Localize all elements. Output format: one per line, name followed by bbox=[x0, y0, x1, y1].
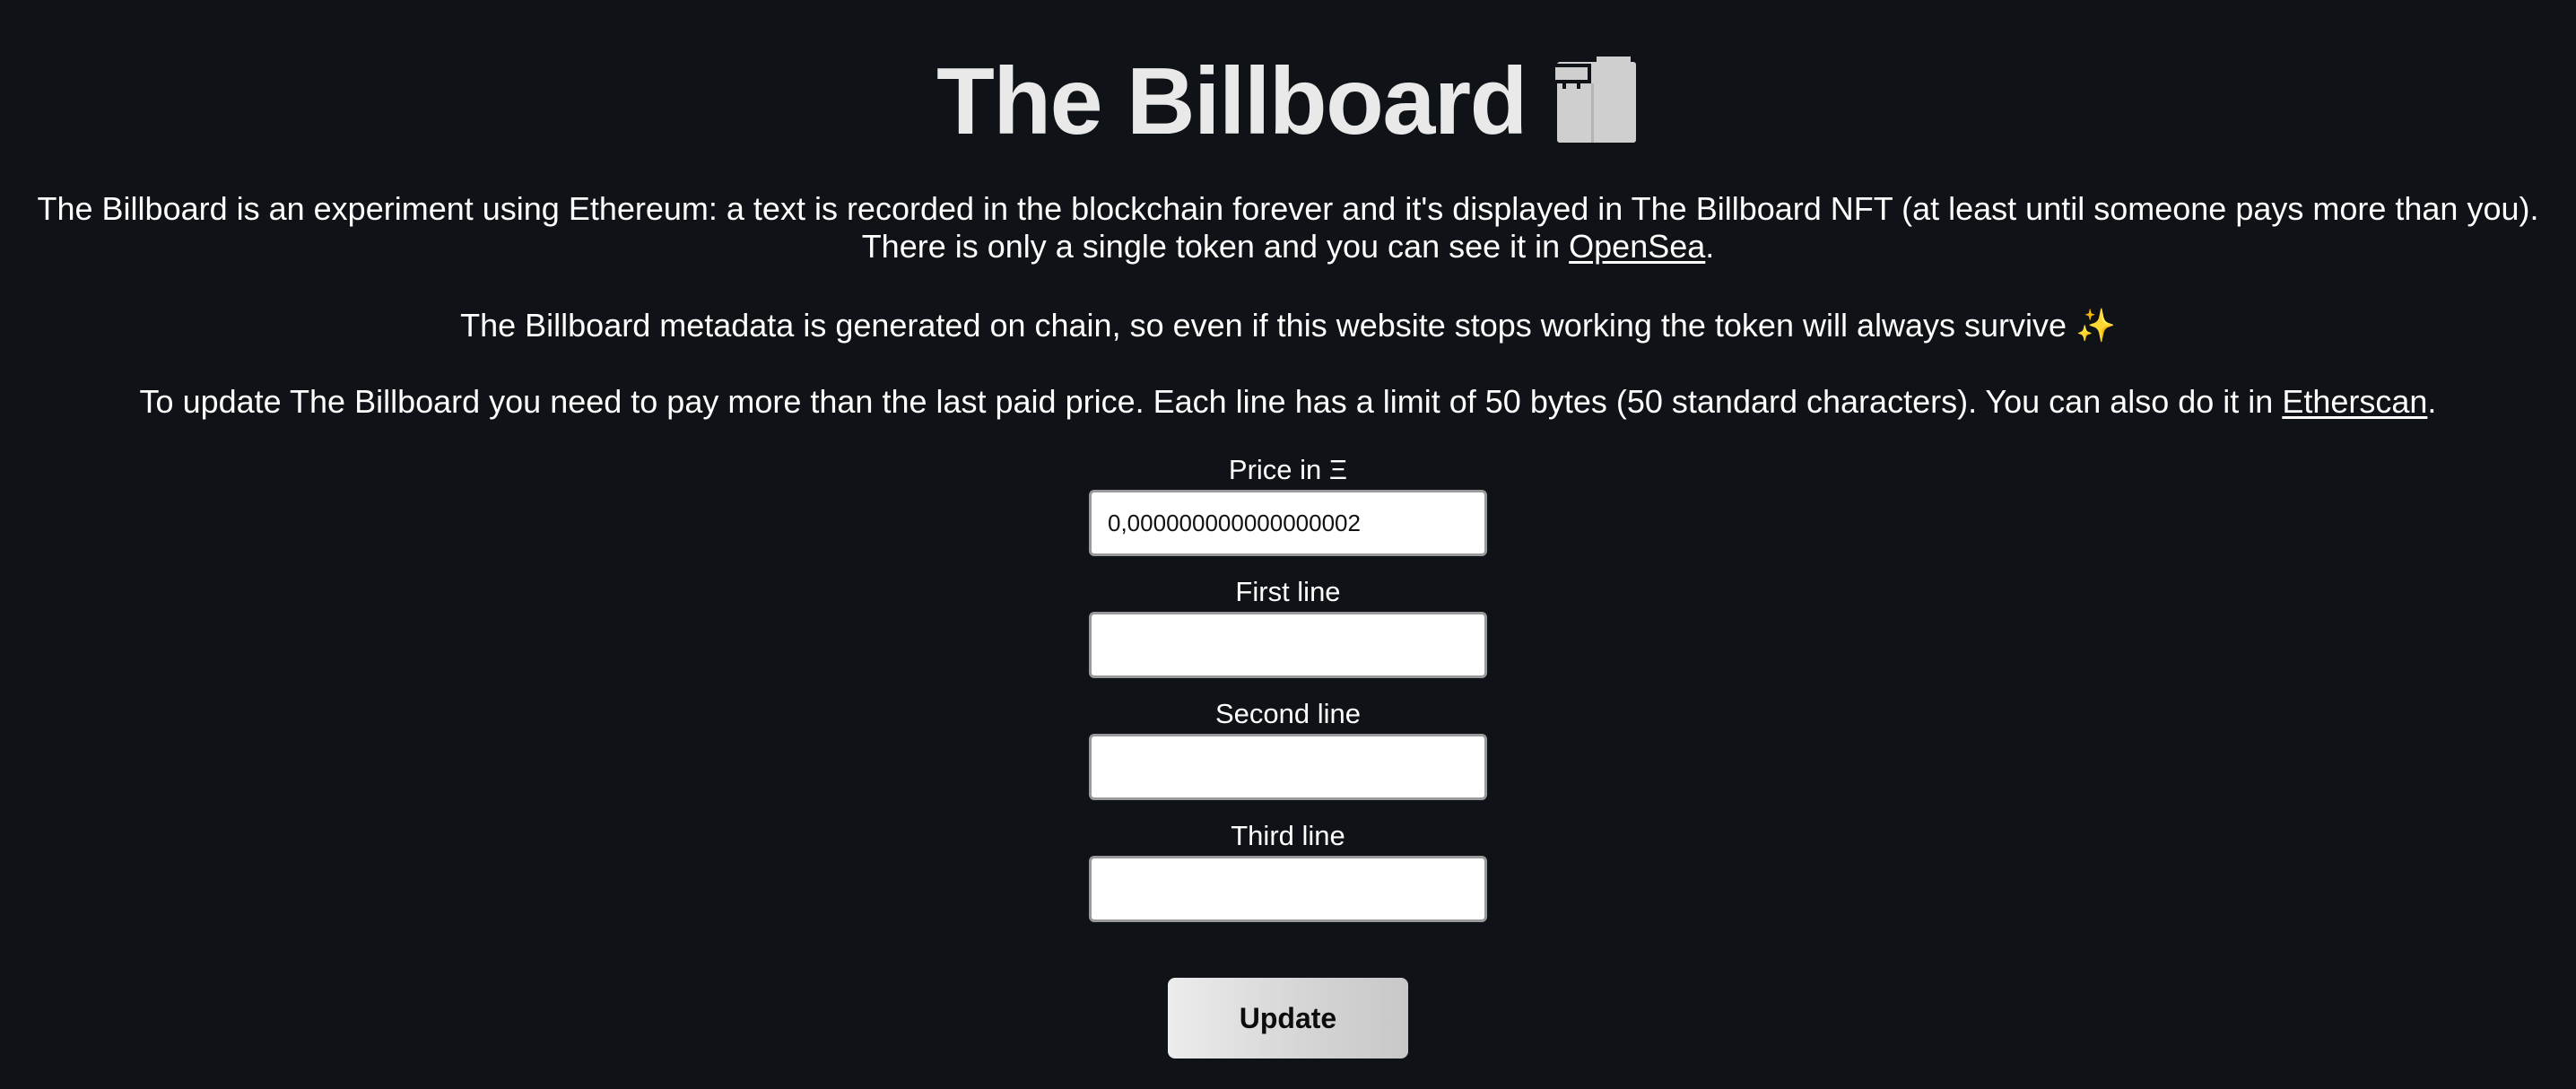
price-input[interactable] bbox=[1089, 490, 1487, 556]
metadata-note: The Billboard metadata is generated on c… bbox=[0, 307, 2576, 344]
update-info-end: . bbox=[2427, 383, 2437, 420]
opensea-link[interactable]: OpenSea bbox=[1569, 228, 1705, 265]
intro: The Billboard is an experiment using Eth… bbox=[0, 190, 2576, 266]
sparkles-icon: ✨ bbox=[2076, 307, 2116, 344]
third-line-label: Third line bbox=[1231, 820, 1345, 851]
page: The Billboard The Billboard is an experi… bbox=[0, 0, 2576, 1089]
header: The Billboard bbox=[0, 43, 2576, 160]
update-info-text: To update The Billboard you need to pay … bbox=[139, 383, 2283, 420]
second-line-input[interactable] bbox=[1089, 734, 1487, 800]
intro-line-1: The Billboard is an experiment using Eth… bbox=[37, 190, 2539, 227]
page-title: The Billboard bbox=[936, 48, 1527, 154]
intro-line-2-text: There is only a single token and you can… bbox=[861, 228, 1570, 265]
intro-line-2: There is only a single token and you can… bbox=[0, 228, 2576, 266]
intro-line-2-end: . bbox=[1705, 228, 1715, 265]
update-button[interactable]: Update bbox=[1168, 978, 1408, 1059]
billboard-icon bbox=[1551, 57, 1636, 143]
third-line-input[interactable] bbox=[1089, 856, 1487, 922]
etherscan-link[interactable]: Etherscan bbox=[2282, 383, 2427, 420]
first-line-label: First line bbox=[1235, 576, 1341, 607]
update-info: To update The Billboard you need to pay … bbox=[0, 383, 2576, 421]
first-line-input[interactable] bbox=[1089, 612, 1487, 678]
second-line-label: Second line bbox=[1214, 698, 1361, 729]
metadata-text: The Billboard metadata is generated on c… bbox=[460, 307, 2067, 344]
price-label: Price in Ξ bbox=[1228, 454, 1348, 485]
update-form: Price in Ξ First line Second line Third … bbox=[0, 452, 2576, 1059]
